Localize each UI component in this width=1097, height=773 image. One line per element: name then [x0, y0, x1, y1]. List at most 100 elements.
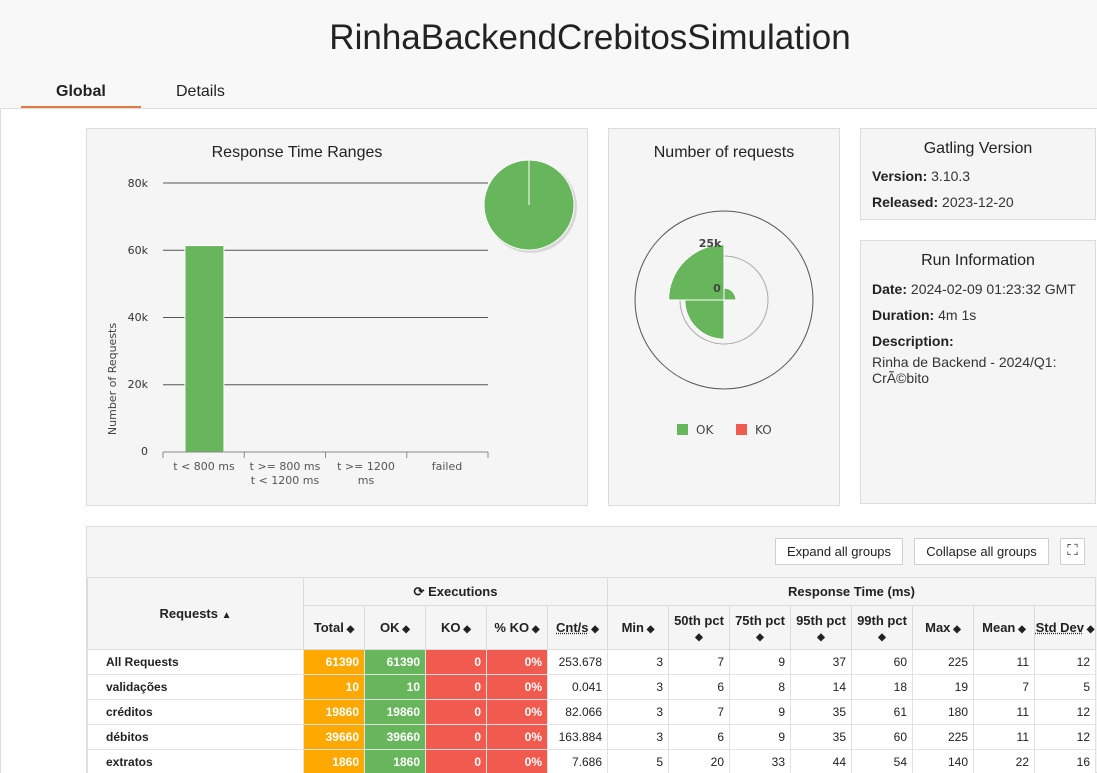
expand-all-groups-button[interactable]: Expand all groups — [775, 538, 903, 565]
response-time-header: Response Time (ms) — [608, 578, 1096, 606]
column-header-99th-pct[interactable]: 99th pct ◆ — [852, 606, 913, 650]
column-header-label: 99th pct — [857, 613, 907, 628]
column-header-50th-pct[interactable]: 50th pct ◆ — [669, 606, 730, 650]
table-cell: 44 — [791, 750, 852, 773]
response-time-ranges-panel: Response Time Ranges Number of Requests … — [86, 128, 588, 506]
table-cell: 60 — [852, 650, 913, 675]
sort-icon: ◆ — [756, 632, 764, 643]
response-time-ranges-chart: Number of Requests 80k 60k 40k 20k 0 t <… — [87, 129, 587, 505]
tab-global[interactable]: Global — [56, 83, 106, 101]
y-axis-label: Number of Requests — [106, 323, 119, 435]
column-header-total[interactable]: Total ◆ — [304, 606, 365, 650]
table-cell: 12 — [1035, 650, 1096, 675]
column-header-label: Max — [925, 620, 950, 635]
column-header-max[interactable]: Max ◆ — [913, 606, 974, 650]
table-cell: 9 — [730, 700, 791, 725]
column-header-label: Mean — [982, 620, 1015, 635]
legend-ok-label: OK — [696, 423, 714, 437]
left-border — [0, 109, 1, 773]
table-cell: 37 — [791, 650, 852, 675]
table-cell: 61 — [852, 700, 913, 725]
table-cell: 225 — [913, 650, 974, 675]
table-cell: 16 — [1035, 750, 1096, 773]
table-cell: 5 — [1035, 675, 1096, 700]
x-tick-label: ms — [358, 474, 375, 487]
request-name[interactable]: validações — [88, 675, 304, 700]
table-cell: 14 — [791, 675, 852, 700]
column-header-min[interactable]: Min ◆ — [608, 606, 669, 650]
version-value: 3.10.3 — [931, 168, 970, 184]
legend-ko-label: KO — [755, 423, 772, 437]
table-row[interactable]: débitos 39660 39660 0 0% 163.884 3 6 9 35 60 225 11 1… — [88, 725, 1096, 750]
table-cell: 5 — [608, 750, 669, 773]
table-cell: 0% — [487, 750, 548, 773]
sort-icon: ◆ — [461, 624, 471, 635]
y-tick-label: 80k — [128, 177, 149, 190]
table-cell: 3 — [608, 725, 669, 750]
table-cell: 7 — [974, 675, 1035, 700]
x-tick-label: t < 800 ms — [173, 460, 235, 473]
legend-ko-swatch — [736, 424, 747, 435]
table-cell: 0 — [426, 650, 487, 675]
x-tick-label: t >= 1200 — [337, 460, 395, 473]
column-header-std-dev[interactable]: Std Dev ◆ — [1035, 606, 1096, 650]
duration-value: 4m 1s — [938, 307, 976, 323]
sort-icon: ◆ — [878, 632, 886, 643]
sort-icon: ◆ — [400, 624, 410, 635]
table-row[interactable]: All Requests 61390 61390 0 0% 253.678 3 7 9 37 60 2… — [88, 650, 1096, 675]
sort-icon: ◆ — [344, 624, 354, 635]
gatling-version-panel: Gatling Version Version: 3.10.3 Released… — [860, 128, 1096, 220]
table-cell: 9 — [730, 650, 791, 675]
y-tick-label: 40k — [128, 311, 149, 324]
sort-icon: ◆ — [589, 624, 599, 635]
table-cell: 1860 — [304, 750, 365, 773]
table-cell: 10 — [365, 675, 426, 700]
table-cell: 0 — [426, 750, 487, 773]
page-title: RinhaBackendCrebitosSimulation — [0, 18, 1097, 58]
table-cell: 11 — [974, 650, 1035, 675]
table-cell: 253.678 — [548, 650, 608, 675]
column-header-cnt-s[interactable]: Cnt/s ◆ — [548, 606, 608, 650]
column-header-mean[interactable]: Mean ◆ — [974, 606, 1035, 650]
column-header--ko[interactable]: % KO ◆ — [487, 606, 548, 650]
column-header-95th-pct[interactable]: 95th pct ◆ — [791, 606, 852, 650]
table-cell: 11 — [974, 725, 1035, 750]
statistics-body: All Requests 61390 61390 0 0% 253.678 3 7 9 37 60 2… — [88, 650, 1096, 773]
requests-header-label: Requests — [159, 606, 218, 621]
column-header-label: Min — [622, 620, 644, 635]
column-header-ko[interactable]: KO ◆ — [426, 606, 487, 650]
y-tick-label: 60k — [128, 244, 149, 257]
collapse-all-groups-button[interactable]: Collapse all groups — [914, 538, 1049, 565]
table-cell: 3 — [608, 700, 669, 725]
request-name[interactable]: débitos — [88, 725, 304, 750]
polar-tick-label: 0 — [713, 282, 721, 295]
version-row: Version: 3.10.3 — [872, 168, 970, 184]
table-cell: 225 — [913, 725, 974, 750]
table-row[interactable]: créditos 19860 19860 0 0% 82.066 3 7 9 35 61 180 11 1… — [88, 700, 1096, 725]
column-header-75th-pct[interactable]: 75th pct ◆ — [730, 606, 791, 650]
run-information-title: Run Information — [861, 252, 1095, 270]
tab-details[interactable]: Details — [176, 83, 225, 101]
x-tick-label: t < 1200 ms — [251, 474, 320, 487]
date-row: Date: 2024-02-09 01:23:32 GMT — [872, 281, 1076, 297]
table-cell: 7.686 — [548, 750, 608, 773]
duration-label: Duration: — [872, 307, 934, 323]
requests-column-header[interactable]: Requests ▲ — [88, 578, 304, 650]
table-cell: 39660 — [365, 725, 426, 750]
request-name[interactable]: extratos — [88, 750, 304, 773]
table-row[interactable]: extratos 1860 1860 0 0% 7.686 5 20 33 44 54 140 22 16 — [88, 750, 1096, 773]
table-row[interactable]: validações 10 10 0 0% 0.041 3 6 8 14 18 19 7 5 — [88, 675, 1096, 700]
table-cell: 140 — [913, 750, 974, 773]
fullscreen-icon[interactable]: ⛶ — [1060, 538, 1085, 565]
description-label: Description: — [872, 333, 954, 349]
table-cell: 10 — [304, 675, 365, 700]
table-cell: 7 — [669, 650, 730, 675]
sort-icon: ◆ — [817, 632, 825, 643]
request-name[interactable]: All Requests — [88, 650, 304, 675]
table-cell: 0% — [487, 700, 548, 725]
released-row: Released: 2023-12-20 — [872, 194, 1014, 210]
table-cell: 0 — [426, 675, 487, 700]
column-header-ok[interactable]: OK ◆ — [365, 606, 426, 650]
column-header-label: Cnt/s — [556, 620, 589, 635]
request-name[interactable]: créditos — [88, 700, 304, 725]
